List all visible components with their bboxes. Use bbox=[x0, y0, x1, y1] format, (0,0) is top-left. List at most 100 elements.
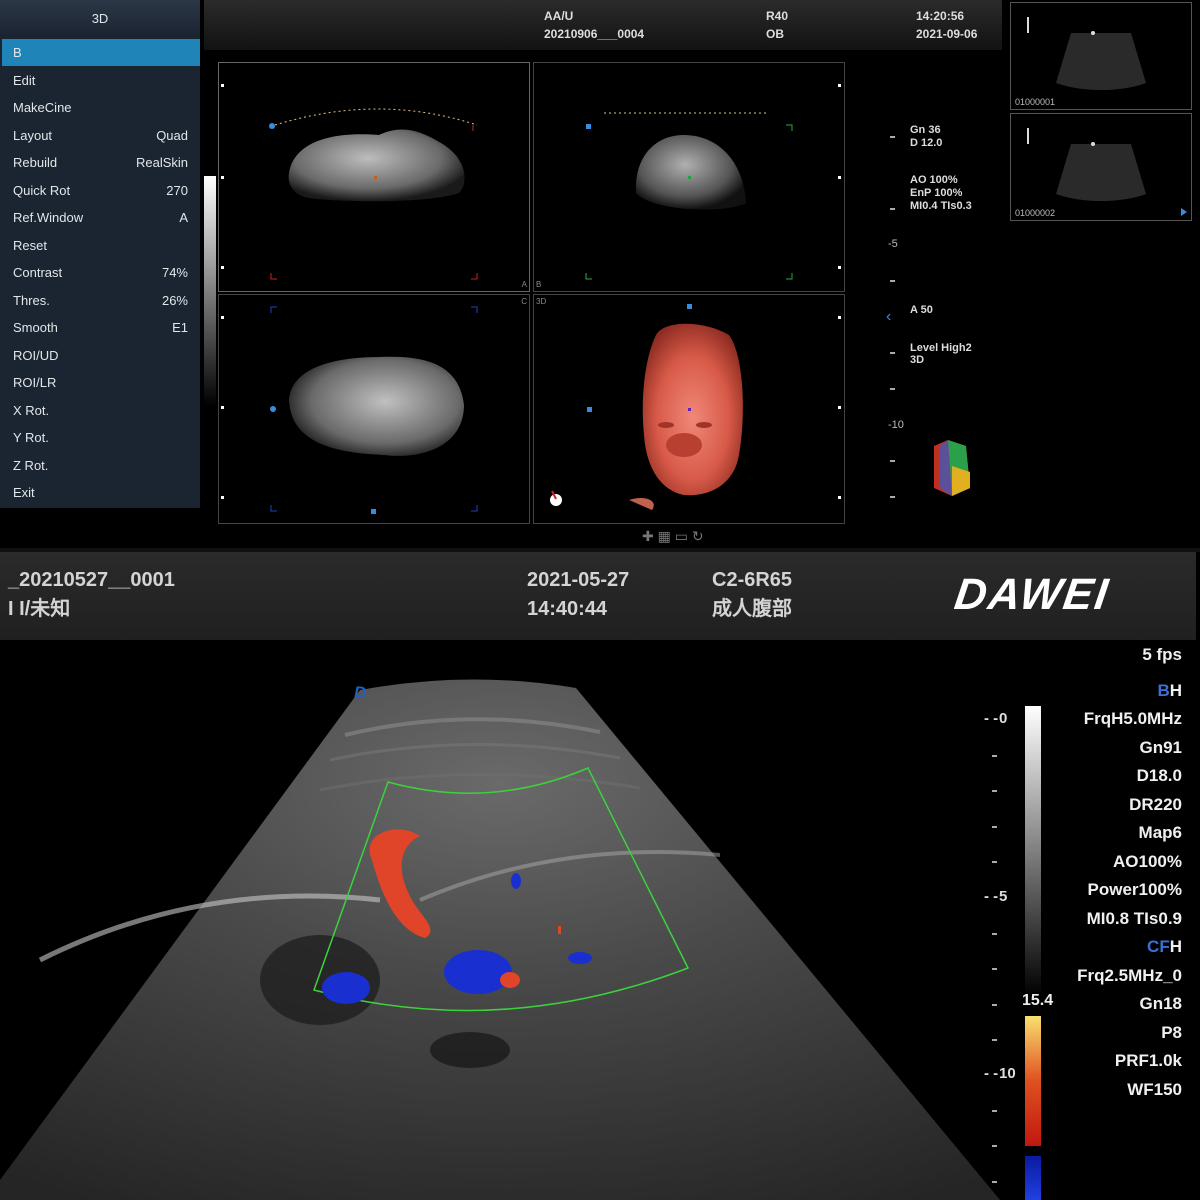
rotate-icon[interactable]: ↻ bbox=[692, 528, 704, 544]
depth-mark-5-prefix: - - bbox=[984, 888, 999, 905]
depth-tick bbox=[992, 826, 997, 828]
menu-item-makecine[interactable]: MakeCine bbox=[2, 94, 200, 121]
menu-item-roi-ud[interactable]: ROI/UD bbox=[2, 342, 200, 369]
scale-dot bbox=[838, 496, 841, 499]
menu-item-value: A bbox=[179, 210, 188, 225]
study-id: 20210906___0004 bbox=[544, 27, 645, 41]
menu-item-contrast[interactable]: Contrast 74% bbox=[2, 259, 200, 286]
depth-mark-10: 10 bbox=[999, 1065, 1016, 1082]
gray-map-bar bbox=[1025, 706, 1041, 996]
depth-tick bbox=[992, 755, 997, 757]
header-date: 2021-09-06 bbox=[916, 27, 978, 41]
depth-mark-0-prefix: - - bbox=[984, 710, 999, 727]
patient-label: AA/U bbox=[544, 9, 574, 23]
menu-item-exit[interactable]: Exit bbox=[2, 479, 200, 506]
menu-item-label: Z Rot. bbox=[13, 457, 49, 473]
depth-tick bbox=[992, 933, 997, 935]
b-param-depth: D18.0 bbox=[1136, 766, 1182, 785]
color-scale-red bbox=[1025, 1016, 1041, 1146]
menu-item-quick-rot[interactable]: Quick Rot 270 bbox=[2, 177, 200, 204]
exam-preset: 成人腹部 bbox=[712, 598, 792, 620]
menu-item-x-rot[interactable]: X Rot. bbox=[2, 397, 200, 424]
depth-tick bbox=[890, 388, 895, 390]
depth-tick bbox=[992, 968, 997, 970]
quad-view-c[interactable]: C bbox=[218, 294, 530, 524]
menu-item-label: Ref.Window bbox=[13, 210, 84, 225]
header-time: 14:20:56 bbox=[916, 9, 965, 23]
b-param-dr: DR220 bbox=[1129, 795, 1182, 814]
cf-param-wf: WF150 bbox=[1127, 1080, 1182, 1099]
depth-tick bbox=[890, 352, 895, 354]
b-param-power: Power100% bbox=[1087, 880, 1183, 899]
depth-param: D 12.0 bbox=[910, 137, 943, 149]
thumbnail-1[interactable]: 01000001 bbox=[1010, 2, 1192, 110]
level-param: Level High2 bbox=[910, 342, 972, 354]
grid-icon[interactable]: ▦ bbox=[658, 528, 671, 544]
mode-3d-param: 3D bbox=[910, 354, 925, 366]
a-param: A 50 bbox=[910, 304, 933, 316]
quad-toolbar[interactable]: ✚ ▦ ▭ ↻ bbox=[642, 528, 704, 545]
b-param-ao: AO100% bbox=[1113, 852, 1182, 871]
menu-item-b[interactable]: B bbox=[2, 39, 200, 66]
menu-item-value: 270 bbox=[166, 182, 188, 198]
enp-param: EnP 100% bbox=[910, 187, 963, 199]
orientation-marker: D bbox=[354, 683, 367, 702]
menu-item-layout[interactable]: Layout Quad bbox=[2, 122, 200, 149]
menu-item-ref-window[interactable]: Ref.Window A bbox=[2, 204, 200, 231]
menu-item-reset[interactable]: Reset bbox=[2, 232, 200, 259]
thumbnail-1-label: 01000001 bbox=[1015, 97, 1056, 107]
fetal-3d-render bbox=[550, 304, 743, 510]
film-icon[interactable]: ▭ bbox=[675, 528, 688, 544]
cf-param-gain: Gn18 bbox=[1139, 994, 1182, 1013]
b-param-frq: FrqH5.0MHz bbox=[1083, 709, 1182, 728]
cf-mode-label: CFH bbox=[1147, 937, 1182, 956]
quad-view-b[interactable]: B bbox=[533, 62, 845, 292]
scale-dot bbox=[221, 176, 224, 179]
quad-d-label: 3D bbox=[536, 297, 547, 306]
b-param-gain: Gn91 bbox=[1139, 738, 1182, 757]
top-header-bar: AA/U 20210906___0004 R40 OB 14:20:56 202… bbox=[204, 0, 1002, 50]
dawei-logo: DAWEI bbox=[951, 570, 1113, 619]
depth-tick bbox=[890, 208, 895, 210]
menu-item-roi-lr[interactable]: ROI/LR bbox=[2, 369, 200, 396]
menu-item-label: Smooth bbox=[13, 320, 58, 335]
thumbnail-2-image bbox=[1027, 128, 1187, 216]
scale-dot bbox=[838, 316, 841, 319]
quad-view-a[interactable]: A bbox=[218, 62, 530, 292]
menu-item-rebuild[interactable]: Rebuild RealSkin bbox=[2, 149, 200, 176]
ao-param: AO 100% bbox=[910, 174, 958, 186]
depth-tick bbox=[992, 861, 997, 863]
exam-label: OB bbox=[766, 27, 784, 41]
collapse-chevron-icon[interactable]: ‹ bbox=[886, 308, 891, 326]
menu-item-y-rot[interactable]: Y Rot. bbox=[2, 424, 200, 451]
gain-param: Gn 36 bbox=[910, 124, 941, 136]
exam-time: 14:40:44 bbox=[527, 598, 608, 620]
menu-item-smooth[interactable]: Smooth E1 bbox=[2, 314, 200, 341]
menu-item-z-rot[interactable]: Z Rot. bbox=[2, 452, 200, 479]
menu-item-label: Quick Rot bbox=[13, 182, 71, 198]
orientation-cube-icon bbox=[934, 440, 970, 496]
depth-tick bbox=[992, 1039, 997, 1041]
menu-item-value: E1 bbox=[172, 320, 188, 335]
patient-id: _20210527__0001 bbox=[8, 569, 175, 591]
color-scale-zero bbox=[1025, 1146, 1041, 1156]
depth-mark-0: 0 bbox=[999, 710, 1008, 727]
quad-view-3d[interactable]: 3D bbox=[533, 294, 845, 524]
cf-param-frq: Frq2.5MHz_0 bbox=[1077, 966, 1182, 985]
quad-a-label: A bbox=[521, 280, 527, 289]
cf-param-p: P8 bbox=[1161, 1023, 1182, 1042]
quad-a-image bbox=[269, 108, 478, 280]
depth-mark-10-prefix: - - bbox=[984, 1065, 999, 1082]
b-mode-label: BH bbox=[1157, 681, 1182, 700]
menu-item-thres[interactable]: Thres. 26% bbox=[2, 287, 200, 314]
menu-item-value: RealSkin bbox=[135, 155, 188, 170]
color-scale-max: 15.4 bbox=[1022, 992, 1054, 1009]
scale-dot bbox=[838, 406, 841, 409]
menu-item-edit[interactable]: Edit bbox=[2, 67, 200, 94]
scale-dot bbox=[838, 84, 841, 87]
quad-c-label: C bbox=[521, 297, 527, 306]
thumbnail-2[interactable]: 01000002 bbox=[1010, 113, 1192, 221]
move-icon[interactable]: ✚ bbox=[642, 528, 654, 544]
scale-dot bbox=[838, 266, 841, 269]
grayscale-bar bbox=[204, 176, 216, 406]
